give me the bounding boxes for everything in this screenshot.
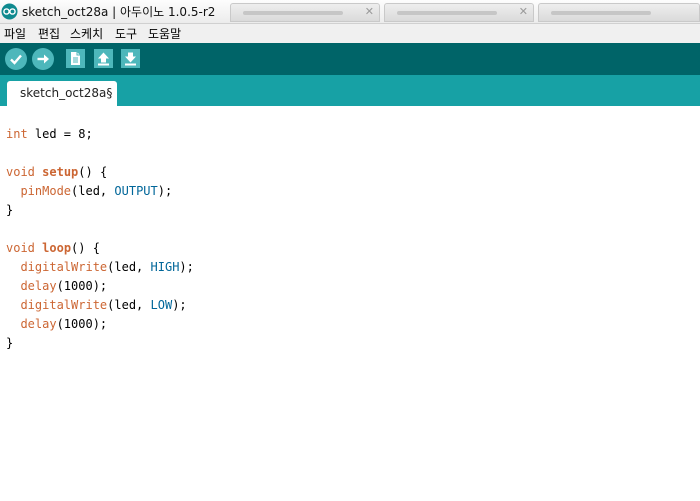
verify-icon [10, 54, 22, 65]
close-icon[interactable]: ✕ [519, 5, 528, 18]
background-browser-tab[interactable]: ✕ [384, 3, 534, 22]
code-token: setup [42, 165, 79, 179]
code-token: void [6, 241, 35, 255]
background-browser-tab[interactable] [538, 3, 700, 22]
menu-sketch[interactable]: 스케치 [70, 25, 103, 42]
code-line: pinMode(led, OUTPUT); [6, 182, 194, 201]
code-token: void [6, 165, 35, 179]
code-token: HIGH [150, 260, 180, 274]
menu-help[interactable]: 도움말 [148, 25, 181, 42]
code-token: () { [78, 165, 108, 179]
code-token: delay [20, 317, 57, 331]
code-token: led = 8; [27, 127, 93, 141]
open-button[interactable] [94, 49, 113, 68]
window-title: sketch_oct28a | 아두이노 1.0.5-r2 [22, 5, 216, 19]
code-text[interactable]: int led = 8; void setup() { pinMode(led,… [6, 125, 194, 353]
new-icon [71, 52, 80, 65]
save-button[interactable] [121, 49, 140, 68]
menu-tools[interactable]: 도구 [115, 25, 137, 42]
menu-file[interactable]: 파일 [4, 25, 26, 42]
code-token: OUTPUT [114, 184, 158, 198]
code-line: digitalWrite(led, HIGH); [6, 258, 194, 277]
code-token: (1000); [56, 317, 108, 331]
code-token: ); [179, 260, 194, 274]
code-line: } [6, 201, 194, 220]
close-icon[interactable]: ✕ [365, 5, 374, 18]
code-token: } [6, 336, 14, 350]
code-token: } [6, 203, 14, 217]
menu-bar: 파일 편집 스케치 도구 도움말 [0, 24, 700, 43]
code-line: digitalWrite(led, LOW); [6, 296, 194, 315]
upload-button[interactable] [32, 48, 54, 70]
code-token: digitalWrite [20, 260, 108, 274]
code-editor[interactable]: int led = 8; void setup() { pinMode(led,… [0, 106, 700, 501]
code-token: ); [157, 184, 173, 198]
code-line: delay(1000); [6, 315, 194, 334]
code-line: delay(1000); [6, 277, 194, 296]
code-line: void setup() { [6, 163, 194, 182]
code-token: (led, [107, 298, 151, 312]
verify-button[interactable] [5, 48, 27, 70]
new-button[interactable] [66, 49, 85, 68]
sketch-tab-strip: sketch_oct28a§ [0, 75, 700, 106]
title-bar: sketch_oct28a | 아두이노 1.0.5-r2 ✕ ✕ [0, 0, 700, 24]
menu-edit[interactable]: 편집 [38, 25, 60, 42]
code-token: (led, [71, 184, 115, 198]
code-token: pinMode [20, 184, 72, 198]
code-token: delay [20, 279, 57, 293]
code-line: int led = 8; [6, 125, 194, 144]
tab-label: sketch_oct28a§ [20, 86, 113, 100]
code-token: (1000); [56, 279, 108, 293]
toolbar [0, 43, 700, 75]
arduino-logo-icon [1, 3, 18, 20]
save-icon [125, 52, 136, 66]
code-token: int [6, 127, 28, 141]
upload-icon [37, 54, 49, 64]
background-browser-tab[interactable]: ✕ [230, 3, 380, 22]
code-token: (led, [107, 260, 151, 274]
code-line: void loop() { [6, 239, 194, 258]
code-token: digitalWrite [20, 298, 108, 312]
open-icon [98, 52, 109, 66]
code-line: } [6, 334, 194, 353]
code-token: loop [42, 241, 72, 255]
tab-sketch[interactable]: sketch_oct28a§ [7, 81, 117, 106]
code-token: () { [71, 241, 100, 255]
code-token: ); [172, 298, 187, 312]
code-token: LOW [150, 298, 173, 312]
